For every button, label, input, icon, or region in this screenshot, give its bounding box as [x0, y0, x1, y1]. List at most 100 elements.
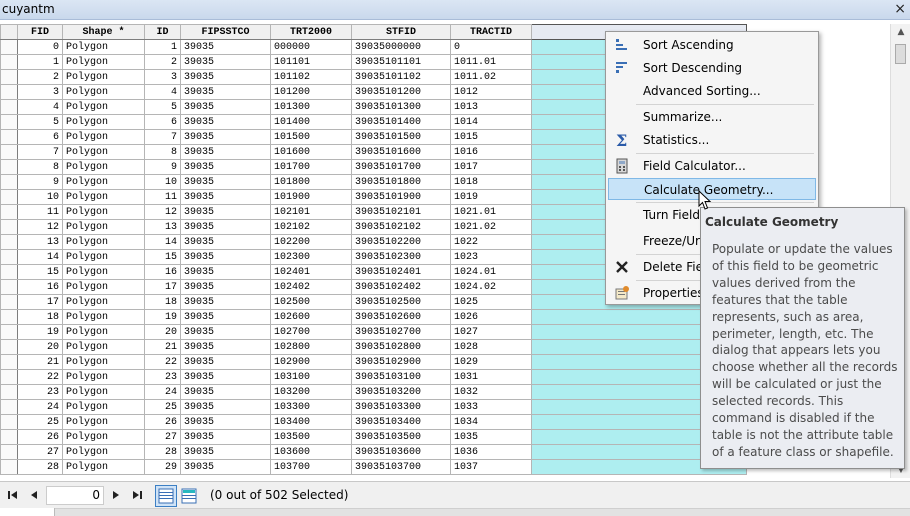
table-cell[interactable]: 7: [17, 144, 63, 160]
table-cell[interactable]: 1024.02: [450, 279, 532, 295]
table-cell[interactable]: 1036: [450, 444, 532, 460]
table-cell[interactable]: 28: [17, 459, 63, 475]
row-selector[interactable]: [0, 444, 18, 460]
row-selector[interactable]: [0, 384, 18, 400]
next-record-icon[interactable]: [109, 488, 123, 502]
table-cell[interactable]: 1018: [450, 174, 532, 190]
column-header[interactable]: TRT2000: [270, 24, 352, 40]
table-cell[interactable]: 22: [17, 369, 63, 385]
column-header[interactable]: TRACTID: [450, 24, 532, 40]
table-cell[interactable]: 25: [17, 414, 63, 430]
row-selector[interactable]: [0, 114, 18, 130]
table-cell[interactable]: 102600: [270, 309, 352, 325]
column-header[interactable]: STFID: [351, 24, 451, 40]
table-cell[interactable]: 1023: [450, 249, 532, 265]
row-selector[interactable]: [0, 129, 18, 145]
table-cell[interactable]: 2: [144, 54, 181, 70]
table-cell[interactable]: 13: [144, 219, 181, 235]
table-cell[interactable]: 1031: [450, 369, 532, 385]
table-cell[interactable]: Polygon: [62, 84, 145, 100]
table-cell[interactable]: 39035: [180, 114, 271, 130]
table-cell[interactable]: 103700: [270, 459, 352, 475]
table-row[interactable]: 20 Polygon 21 39035 102800 39035102800 1028: [0, 339, 747, 355]
table-cell[interactable]: 26: [17, 429, 63, 445]
column-header[interactable]: FID: [17, 24, 63, 40]
table-cell[interactable]: 17: [144, 279, 181, 295]
table-cell[interactable]: 21: [144, 339, 181, 355]
table-cell[interactable]: 39035: [180, 99, 271, 115]
table-cell[interactable]: 102101: [270, 204, 352, 220]
row-selector[interactable]: [0, 279, 18, 295]
table-cell[interactable]: 1022: [450, 234, 532, 250]
table-cell[interactable]: Polygon: [62, 339, 145, 355]
table-cell[interactable]: 103400: [270, 414, 352, 430]
table-cell[interactable]: 1015: [450, 129, 532, 145]
row-selector[interactable]: [0, 414, 18, 430]
show-all-records-icon[interactable]: [155, 485, 177, 507]
table-cell[interactable]: 39035: [180, 399, 271, 415]
table-cell[interactable]: Polygon: [62, 204, 145, 220]
table-cell[interactable]: 101700: [270, 159, 352, 175]
column-header[interactable]: FIPSSTCO: [180, 24, 271, 40]
table-cell[interactable]: 39035: [180, 159, 271, 175]
table-cell[interactable]: 11: [17, 204, 63, 220]
table-cell[interactable]: Polygon: [62, 159, 145, 175]
table-cell[interactable]: 25: [144, 399, 181, 415]
table-cell[interactable]: Polygon: [62, 189, 145, 205]
table-cell[interactable]: 21: [17, 354, 63, 370]
last-record-icon[interactable]: [130, 488, 144, 502]
table-cell[interactable]: 16: [17, 279, 63, 295]
table-cell[interactable]: 39035: [180, 204, 271, 220]
table-cell[interactable]: 19: [17, 324, 63, 340]
table-cell[interactable]: 39035: [180, 69, 271, 85]
table-cell[interactable]: 39035: [180, 429, 271, 445]
table-cell[interactable]: 18: [17, 309, 63, 325]
table-cell[interactable]: 39035: [180, 414, 271, 430]
table-cell[interactable]: 39035102500: [351, 294, 451, 310]
table-cell[interactable]: 101600: [270, 144, 352, 160]
menu-item-field-calculator[interactable]: Field Calculator...: [608, 155, 816, 177]
table-cell[interactable]: Polygon: [62, 384, 145, 400]
table-cell[interactable]: 39035: [180, 234, 271, 250]
table-cell[interactable]: 39035101200: [351, 84, 451, 100]
table-cell[interactable]: 4: [144, 84, 181, 100]
table-cell[interactable]: Polygon: [62, 324, 145, 340]
row-selector[interactable]: [0, 219, 18, 235]
table-row[interactable]: 28 Polygon 29 39035 103700 39035103700 1037: [0, 459, 747, 475]
table-row[interactable]: 24 Polygon 25 39035 103300 39035103300 1033: [0, 399, 747, 415]
table-row[interactable]: 26 Polygon 27 39035 103500 39035103500 1035: [0, 429, 747, 445]
table-cell[interactable]: 1017: [450, 159, 532, 175]
table-cell[interactable]: 102401: [270, 264, 352, 280]
table-cell[interactable]: 102700: [270, 324, 352, 340]
table-cell[interactable]: 101400: [270, 114, 352, 130]
table-cell[interactable]: 0: [450, 39, 532, 55]
table-cell[interactable]: 1026: [450, 309, 532, 325]
row-selector[interactable]: [0, 39, 18, 55]
table-cell[interactable]: 102102: [270, 219, 352, 235]
table-cell[interactable]: Polygon: [62, 234, 145, 250]
table-cell[interactable]: 1034: [450, 414, 532, 430]
table-cell[interactable]: 39035102700: [351, 324, 451, 340]
table-cell[interactable]: 27: [17, 444, 63, 460]
table-cell[interactable]: 101102: [270, 69, 352, 85]
table-cell[interactable]: 103500: [270, 429, 352, 445]
table-cell[interactable]: 39035101101: [351, 54, 451, 70]
row-selector[interactable]: [0, 324, 18, 340]
row-selector[interactable]: [0, 174, 18, 190]
table-cell[interactable]: 27: [144, 429, 181, 445]
table-cell[interactable]: 39035000000: [351, 39, 451, 55]
table-cell[interactable]: 29: [144, 459, 181, 475]
table-cell[interactable]: 11: [144, 189, 181, 205]
row-selector[interactable]: [0, 309, 18, 325]
table-cell[interactable]: Polygon: [62, 99, 145, 115]
table-cell[interactable]: 39035101102: [351, 69, 451, 85]
table-cell[interactable]: 39035101600: [351, 144, 451, 160]
table-cell[interactable]: 1: [17, 54, 63, 70]
menu-item-summarize[interactable]: Summarize...: [608, 106, 816, 128]
table-row[interactable]: 21 Polygon 22 39035 102900 39035102900 1029: [0, 354, 747, 370]
table-cell[interactable]: 1012: [450, 84, 532, 100]
table-cell[interactable]: 15: [144, 249, 181, 265]
table-cell[interactable]: Polygon: [62, 129, 145, 145]
table-cell[interactable]: 39035102800: [351, 339, 451, 355]
table-cell[interactable]: 20: [17, 339, 63, 355]
